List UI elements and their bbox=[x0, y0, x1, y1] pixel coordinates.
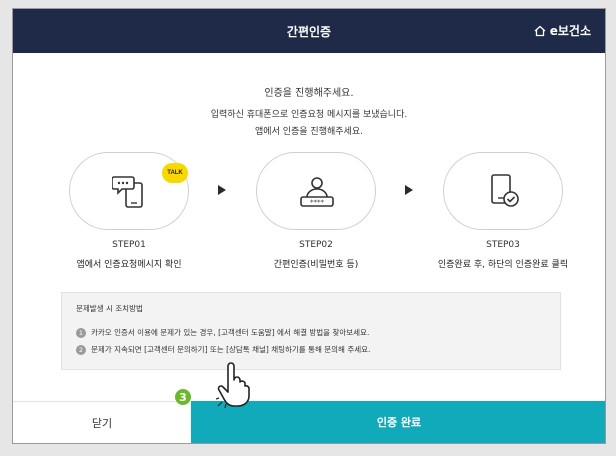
notice-item: 1 카카오 인증서 이용에 문제가 있는 경우, [고객센터 도움말] 에서 해… bbox=[76, 327, 369, 338]
number-badge: 2 bbox=[76, 344, 86, 355]
brand-logo: e보건소 bbox=[534, 22, 591, 39]
brand-text: e보건소 bbox=[549, 24, 591, 38]
instruction-title: 인증을 진행해주세요. bbox=[264, 88, 354, 99]
notice-title: 문제발생 시 조치방법 bbox=[76, 304, 143, 313]
instruction-line-3: 앱에서 인증을 진행해주세요. bbox=[255, 127, 363, 137]
notice-item-text[interactable]: 카카오 인증서 이용에 문제가 있는 경우, [고객센터 도움말] 에서 해결 … bbox=[91, 327, 369, 338]
auth-complete-button[interactable]: 인증 완료 bbox=[191, 401, 605, 443]
step-2-desc: 간편인증(비밀번호 등) bbox=[273, 260, 359, 270]
modal-title: 간편인증 bbox=[286, 25, 332, 39]
step-1-label: STEP01 bbox=[112, 240, 146, 250]
auth-modal: 간편인증 e보건소 인증을 진행해주세요. 입력하신 휴대폰으로 인증요청 메시… bbox=[12, 8, 606, 444]
instruction-line-2: 입력하신 휴대폰으로 인증요청 메시지를 보냈습니다. bbox=[210, 110, 408, 120]
pointer-hand-icon bbox=[216, 362, 250, 408]
step-1-desc: 앱에서 인증요청메시지 확인 bbox=[76, 260, 182, 270]
password-user-icon: **** bbox=[300, 177, 334, 207]
step-number-badge: 3 bbox=[174, 388, 192, 406]
svg-text:****: **** bbox=[310, 199, 325, 207]
arrow-right-icon bbox=[218, 185, 226, 195]
step-2-card: **** bbox=[256, 152, 376, 230]
step-1-card: TALK bbox=[69, 152, 189, 230]
notice-item: 2 문제가 지속되면 [고객센터 문의하기] 또는 [상담톡 채널] 채팅하기를… bbox=[76, 344, 370, 355]
modal-footer: 닫기 인증 완료 bbox=[13, 401, 605, 443]
step-3-label: STEP03 bbox=[486, 240, 520, 250]
step-3-desc: 인증완료 후, 하단의 인증완료 클릭 bbox=[437, 260, 569, 270]
phone-message-icon bbox=[112, 176, 143, 208]
troubleshooting-notice: 문제발생 시 조치방법 1 카카오 인증서 이용에 문제가 있는 경우, [고객… bbox=[61, 292, 561, 370]
notice-item-text[interactable]: 문제가 지속되면 [고객센터 문의하기] 또는 [상담톡 채널] 채팅하기를 통… bbox=[91, 344, 370, 355]
step-2-label: STEP02 bbox=[299, 240, 333, 250]
kakao-talk-badge: TALK bbox=[162, 163, 188, 183]
phone-check-icon bbox=[491, 174, 519, 207]
step-3-card bbox=[443, 152, 563, 230]
number-badge: 1 bbox=[76, 327, 86, 338]
arrow-right-icon bbox=[405, 185, 413, 195]
modal-header: 간편인증 e보건소 bbox=[13, 9, 605, 53]
close-button[interactable]: 닫기 bbox=[13, 401, 191, 443]
home-icon bbox=[534, 25, 546, 36]
